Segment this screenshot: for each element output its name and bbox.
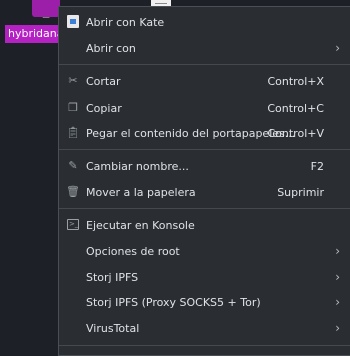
menu-item-cut[interactable]: ✂ Cortar Control+X — [59, 67, 350, 95]
selected-file-label[interactable]: hybridanaly — [5, 25, 62, 43]
menu-item-label: Abrir con Kate — [86, 15, 165, 29]
menu-item-run-in-konsole[interactable]: >_ Ejecutar en Konsole — [59, 211, 350, 239]
menu-item-storj-ipfs[interactable]: Storj IPFS › — [59, 263, 350, 291]
menu-separator — [59, 208, 350, 209]
menu-item-label: Ejecutar en Konsole — [86, 218, 195, 232]
menu-item-label: Mover a la papelera — [86, 185, 196, 199]
chevron-right-icon: › — [335, 270, 340, 284]
menu-separator — [59, 345, 350, 346]
copy-icon: ❐ — [68, 100, 78, 114]
kate-icon — [66, 14, 80, 28]
menu-item-storj-ipfs-proxy[interactable]: Storj IPFS (Proxy SOCKS5 + Tor) › — [59, 288, 350, 316]
menu-item-shortcut: Suprimir — [277, 185, 324, 199]
menu-item-shortcut: F2 — [310, 159, 324, 173]
menu-item-virustotal[interactable]: VirusTotal › — [59, 314, 350, 342]
trash-icon: 🗑︎ — [66, 184, 80, 198]
menu-item-label: Abrir con — [86, 41, 136, 55]
menu-separator — [59, 64, 350, 65]
menu-item-label: VirusTotal — [86, 321, 140, 335]
context-menu: Abrir con Kate Abrir con › ✂ Cortar Cont… — [58, 6, 350, 356]
menu-item-move-to-trash[interactable]: 🗑︎ Mover a la papelera Suprimir — [59, 178, 350, 206]
menu-item-root-options[interactable]: Opciones de root › — [59, 237, 350, 265]
menu-item-open-with[interactable]: Abrir con › — [59, 34, 350, 62]
menu-separator — [59, 149, 350, 150]
chevron-right-icon: › — [335, 244, 340, 258]
menu-item-label: Storj IPFS — [86, 270, 139, 284]
chevron-right-icon: › — [335, 41, 340, 55]
menu-item-label: Cortar — [86, 74, 121, 88]
menu-item-shortcut: Control+X — [267, 74, 324, 88]
chevron-right-icon: › — [335, 321, 340, 335]
menu-item-shortcut: Control+C — [267, 101, 324, 115]
clipboard-icon: 📋︎ — [66, 125, 80, 139]
chevron-right-icon: › — [335, 295, 340, 309]
menu-item-shortcut: Control+V — [267, 126, 324, 140]
terminal-glyph: _ — [42, 5, 50, 18]
menu-item-rename[interactable]: ✎ Cambiar nombre... F2 — [59, 152, 350, 180]
menu-item-label: Pegar el contenido del portapapeles... — [86, 126, 296, 140]
menu-item-label: Opciones de root — [86, 244, 180, 258]
menu-item-copy[interactable]: ❐ Copiar Control+C — [59, 94, 350, 122]
menu-item-label: Storj IPFS (Proxy SOCKS5 + Tor) — [86, 295, 261, 309]
menu-item-label: Cambiar nombre... — [86, 159, 189, 173]
menu-item-paste[interactable]: 📋︎ Pegar el contenido del portapapeles..… — [59, 119, 350, 147]
terminal-desktop-icon[interactable]: _ — [32, 0, 60, 17]
menu-item-label: Copiar — [86, 101, 122, 115]
pencil-icon: ✎ — [68, 158, 78, 172]
menu-item-open-with-kate[interactable]: Abrir con Kate — [59, 8, 350, 36]
konsole-icon: >_ — [67, 218, 79, 230]
scissors-icon: ✂ — [68, 73, 78, 87]
